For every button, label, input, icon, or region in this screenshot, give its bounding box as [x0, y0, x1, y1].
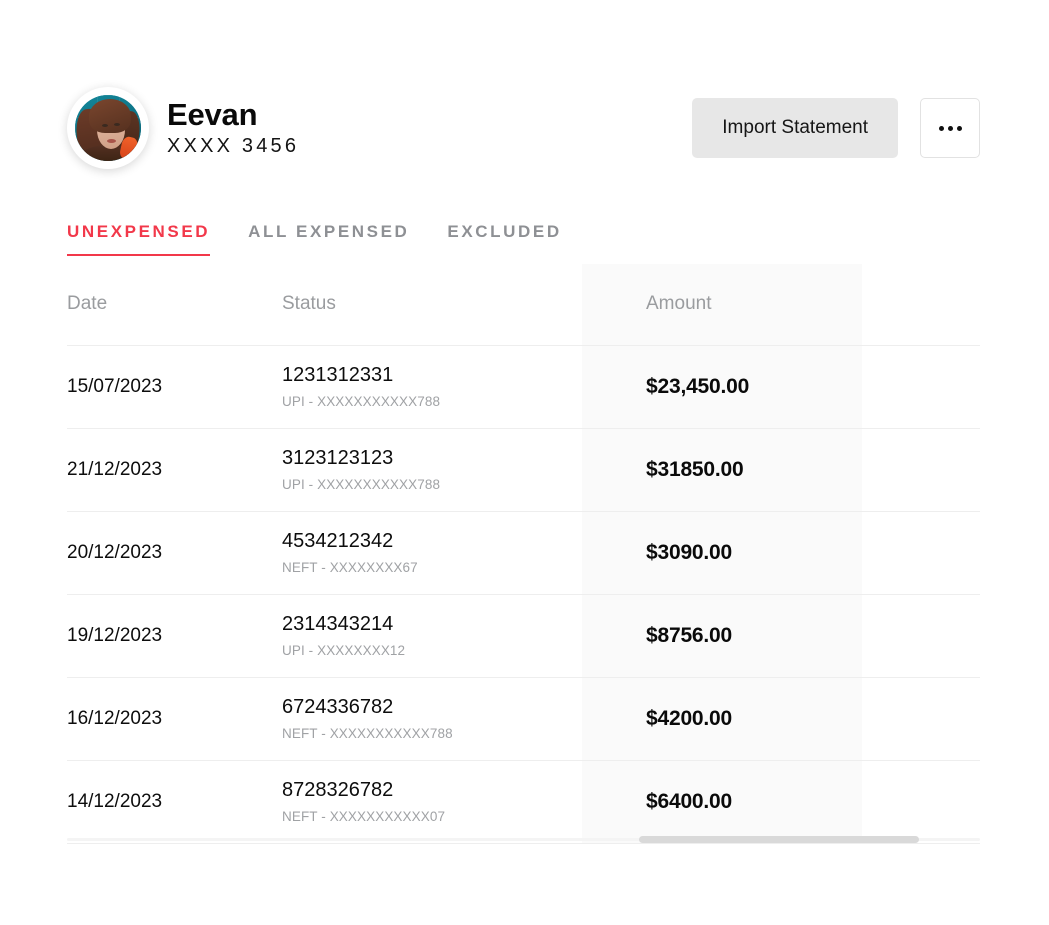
- column-header-status[interactable]: Status: [282, 264, 582, 345]
- table-row[interactable]: 20/12/2023 4534212342 NEFT - XXXXXXXX67 …: [67, 511, 980, 594]
- transaction-reference: 8728326782: [282, 777, 582, 803]
- cell-date: 21/12/2023: [67, 428, 282, 511]
- more-options-button[interactable]: [920, 98, 980, 158]
- avatar[interactable]: [67, 87, 149, 169]
- account-header: Eevan XXXX 3456 Import Statement: [67, 85, 980, 171]
- cell-amount: $3090.00: [582, 511, 862, 594]
- transaction-reference: 4534212342: [282, 528, 582, 554]
- column-header-date[interactable]: Date: [67, 264, 282, 345]
- transaction-reference: 2314343214: [282, 611, 582, 637]
- transactions-table: Date Status Amount 15/07/2023 1231312331…: [67, 264, 980, 844]
- cell-extra: [862, 677, 980, 760]
- cell-status: 4534212342 NEFT - XXXXXXXX67: [282, 511, 582, 594]
- ellipsis-icon: [948, 126, 953, 131]
- cell-date: 19/12/2023: [67, 594, 282, 677]
- cell-amount: $23,450.00: [582, 345, 862, 428]
- profile-block: Eevan XXXX 3456: [67, 87, 299, 169]
- table-row[interactable]: 19/12/2023 2314343214 UPI - XXXXXXXX12 $…: [67, 594, 980, 677]
- scrollbar-thumb[interactable]: [639, 836, 919, 843]
- cell-status: 1231312331 UPI - XXXXXXXXXXX788: [282, 345, 582, 428]
- cell-amount: $6400.00: [582, 760, 862, 843]
- table-body: 15/07/2023 1231312331 UPI - XXXXXXXXXXX7…: [67, 345, 980, 843]
- transaction-method: NEFT - XXXXXXXXXXX788: [282, 724, 582, 744]
- transaction-tabs: UNEXPENSED ALL EXPENSED EXCLUDED: [67, 222, 980, 256]
- tab-all-expensed[interactable]: ALL EXPENSED: [248, 222, 409, 256]
- table-header: Date Status Amount: [67, 264, 980, 345]
- cell-status: 2314343214 UPI - XXXXXXXX12: [282, 594, 582, 677]
- cell-extra: [862, 594, 980, 677]
- column-header-extra: [862, 264, 980, 345]
- import-statement-button[interactable]: Import Statement: [692, 98, 898, 158]
- transactions-page: Eevan XXXX 3456 Import Statement UNEXPEN…: [0, 0, 1049, 925]
- transactions-table-container: Date Status Amount 15/07/2023 1231312331…: [67, 264, 980, 836]
- cell-date: 14/12/2023: [67, 760, 282, 843]
- cell-status: 8728326782 NEFT - XXXXXXXXXXX07: [282, 760, 582, 843]
- ellipsis-icon: [957, 126, 962, 131]
- cell-extra: [862, 511, 980, 594]
- transaction-reference: 6724336782: [282, 694, 582, 720]
- account-card-number: XXXX 3456: [167, 135, 299, 158]
- transaction-reference: 1231312331: [282, 362, 582, 388]
- transaction-method: UPI - XXXXXXXX12: [282, 641, 582, 661]
- table-row[interactable]: 14/12/2023 8728326782 NEFT - XXXXXXXXXXX…: [67, 760, 980, 843]
- profile-text: Eevan XXXX 3456: [167, 98, 299, 157]
- table-row[interactable]: 16/12/2023 6724336782 NEFT - XXXXXXXXXXX…: [67, 677, 980, 760]
- cell-status: 6724336782 NEFT - XXXXXXXXXXX788: [282, 677, 582, 760]
- tab-excluded[interactable]: EXCLUDED: [447, 222, 561, 256]
- table-header-row: Date Status Amount: [67, 264, 980, 345]
- tab-unexpensed[interactable]: UNEXPENSED: [67, 222, 210, 256]
- cell-date: 20/12/2023: [67, 511, 282, 594]
- header-actions: Import Statement: [692, 98, 980, 158]
- transaction-method: NEFT - XXXXXXXX67: [282, 558, 582, 578]
- avatar-photo: [75, 95, 141, 161]
- cell-amount: $31850.00: [582, 428, 862, 511]
- account-name: Eevan: [167, 98, 299, 131]
- transaction-reference: 3123123123: [282, 445, 582, 471]
- cell-extra: [862, 428, 980, 511]
- transaction-method: NEFT - XXXXXXXXXXX07: [282, 807, 582, 827]
- ellipsis-icon: [939, 126, 944, 131]
- column-header-amount[interactable]: Amount: [582, 264, 862, 345]
- transaction-method: UPI - XXXXXXXXXXX788: [282, 475, 582, 495]
- table-horizontal-scrollbar[interactable]: [67, 836, 980, 843]
- transaction-method: UPI - XXXXXXXXXXX788: [282, 392, 582, 412]
- cell-date: 15/07/2023: [67, 345, 282, 428]
- cell-status: 3123123123 UPI - XXXXXXXXXXX788: [282, 428, 582, 511]
- table-row[interactable]: 15/07/2023 1231312331 UPI - XXXXXXXXXXX7…: [67, 345, 980, 428]
- cell-extra: [862, 345, 980, 428]
- table-row[interactable]: 21/12/2023 3123123123 UPI - XXXXXXXXXXX7…: [67, 428, 980, 511]
- cell-amount: $8756.00: [582, 594, 862, 677]
- cell-amount: $4200.00: [582, 677, 862, 760]
- cell-date: 16/12/2023: [67, 677, 282, 760]
- cell-extra: [862, 760, 980, 843]
